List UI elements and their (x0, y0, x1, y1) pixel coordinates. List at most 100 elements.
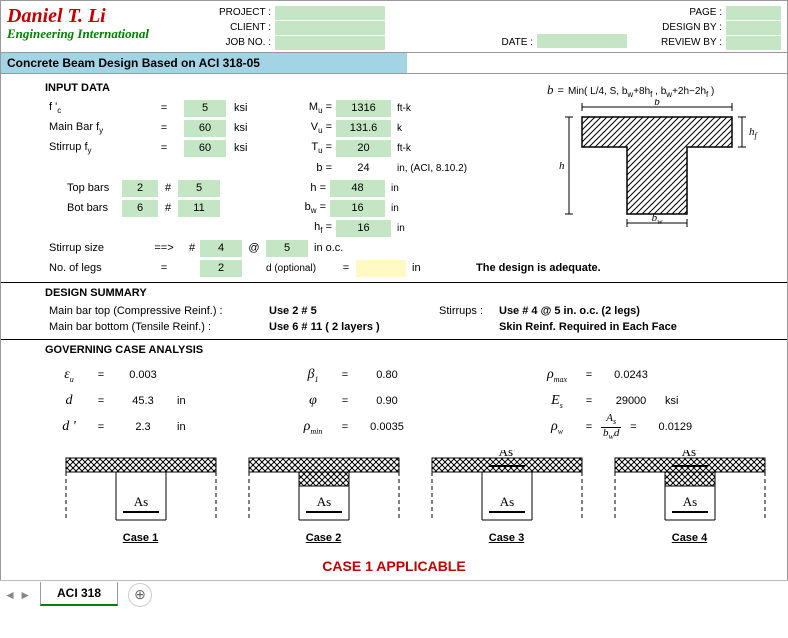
sum-top-lbl: Main bar top (Compressive Reinf.) : (49, 305, 269, 317)
bot-n-input[interactable]: 6 (122, 200, 158, 217)
fyv-input[interactable]: 60 (184, 140, 226, 157)
stir-sp-input[interactable]: 5 (266, 240, 308, 257)
fy-input[interactable]: 60 (184, 120, 226, 137)
header-mid: PROJECT : CLIENT : JOB NO. : (207, 5, 487, 50)
bw-input[interactable]: 16 (330, 200, 385, 217)
reviewby-label: REVIEW BY : (646, 37, 726, 48)
sum-stir-lbl: Stirrups : (439, 305, 499, 317)
jobno-input[interactable] (275, 36, 385, 50)
sum-skin: Skin Reinf. Required in Each Face (499, 321, 677, 333)
designby-input[interactable] (726, 21, 781, 35)
sum-top-use: Use 2 # 5 (269, 305, 439, 317)
fc-label: f 'c (49, 101, 144, 115)
fy-label: Main Bar fy (49, 121, 144, 135)
mu-unit: ft-k (391, 103, 481, 114)
case-1: As Case 1 (53, 450, 228, 544)
logo-subtitle: Engineering International (7, 26, 207, 42)
dp-val: 2.3 (113, 421, 173, 433)
fc-unit: ksi (226, 102, 266, 114)
page-label: PAGE : (646, 7, 726, 18)
worksheet: Daniel T. Li Engineering International P… (0, 0, 788, 580)
svg-text:As: As (499, 494, 513, 509)
project-label: PROJECT : (207, 7, 275, 18)
tsection-diagram: b = Min( L/4, S, bw+8hf , bw+2h−2hf ) b (547, 82, 777, 232)
mu-label: Mu = (296, 101, 336, 115)
bot-size-input[interactable]: 11 (178, 200, 220, 217)
content: INPUT DATA f 'c = 5 ksi Mu = 1316 ft-k M… (1, 74, 787, 580)
legs-input[interactable]: 2 (200, 260, 242, 277)
client-input[interactable] (275, 21, 385, 35)
add-sheet-button[interactable]: ⊕ (128, 583, 152, 607)
svg-text:hf: hf (749, 126, 759, 140)
client-label: CLIENT : (207, 22, 275, 33)
svg-text:As: As (133, 494, 147, 509)
reviewby-input[interactable] (726, 36, 781, 50)
b-val: 24 (336, 162, 391, 174)
vu-unit: k (391, 123, 481, 134)
gov-grid: εu=0.003 d=45.3in d '=2.3in β1=0.80 φ=0.… (49, 362, 781, 440)
svg-text:As: As (316, 494, 330, 509)
applicable-msg: CASE 1 APPLICABLE (7, 558, 781, 574)
summary-head: DESIGN SUMMARY (45, 287, 781, 299)
case-4: As' As Case 4 (602, 450, 777, 544)
hf-input[interactable]: 16 (336, 220, 391, 237)
es-val: 29000 (601, 395, 661, 407)
tab-aci318[interactable]: ACI 318 (40, 582, 118, 606)
d-sym: d (49, 393, 89, 409)
tab-nav[interactable]: ◄ ► (4, 588, 31, 602)
title-text: Concrete Beam Design Based on ACI 318-05 (7, 56, 260, 70)
b-unit: in, (ACI, 8.10.2) (391, 163, 481, 174)
sheet-tabs: ◄ ► ACI 318 ⊕ (0, 580, 788, 608)
fc-input[interactable]: 5 (184, 100, 226, 117)
designby-label: DESIGN BY : (646, 22, 726, 33)
h-input[interactable]: 48 (330, 180, 385, 197)
vu-label: Vu = (296, 121, 336, 135)
case1-label: Case 1 (53, 532, 228, 544)
case2-label: Case 2 (236, 532, 411, 544)
gov-head: GOVERNING CASE ANALYSIS (45, 344, 781, 356)
eq: = (144, 102, 184, 114)
tsection-svg: b hf h bw (547, 99, 767, 229)
date-input[interactable] (537, 34, 627, 48)
case3-label: Case 3 (419, 532, 594, 544)
b-label: b = (296, 162, 336, 174)
logo-block: Daniel T. Li Engineering International (7, 5, 207, 50)
dp-sym: d ' (49, 419, 89, 435)
page-input[interactable] (726, 6, 781, 20)
stir-size-input[interactable]: 4 (200, 240, 242, 257)
pmax-val: 0.0243 (601, 369, 661, 381)
dopt-input[interactable] (356, 260, 406, 277)
bw-unit: in (385, 203, 475, 214)
mu-input[interactable]: 1316 (336, 100, 391, 117)
pw-frac: Asbwd (601, 413, 621, 440)
project-input[interactable] (275, 6, 385, 20)
case-2: As Case 2 (236, 450, 411, 544)
pw-val: 0.0129 (645, 421, 705, 433)
hf-unit: in (391, 223, 481, 234)
top-n-input[interactable]: 2 (122, 180, 158, 197)
pw-sym: ρw (537, 419, 577, 436)
case-3: As' As Case 3 (419, 450, 594, 544)
vu-input[interactable]: 131.6 (336, 120, 391, 137)
case4-label: Case 4 (602, 532, 777, 544)
title-bar: Concrete Beam Design Based on ACI 318-05 (1, 52, 787, 74)
hf-label: hf = (296, 221, 336, 235)
svg-text:As': As' (498, 450, 515, 459)
pmin-sym: ρmin (293, 419, 333, 436)
pmin-val: 0.0035 (357, 421, 417, 433)
header-date: DATE : (487, 5, 637, 50)
dopt-unit: in (406, 262, 436, 274)
adequate-msg: The design is adequate. (476, 262, 601, 274)
fyv-label: Stirrup fy (49, 141, 144, 155)
fy-unit: ksi (226, 122, 266, 134)
phi-val: 0.90 (357, 395, 417, 407)
logo-title: Daniel T. Li (7, 5, 207, 28)
bw-label: bw = (290, 201, 330, 215)
date-label: DATE : (487, 37, 537, 48)
jobno-label: JOB NO. : (207, 37, 275, 48)
b1-sym: β1 (293, 367, 333, 384)
tu-input[interactable]: 20 (336, 140, 391, 157)
eu-val: 0.003 (113, 369, 173, 381)
es-sym: Es (537, 393, 577, 410)
top-size-input[interactable]: 5 (178, 180, 220, 197)
